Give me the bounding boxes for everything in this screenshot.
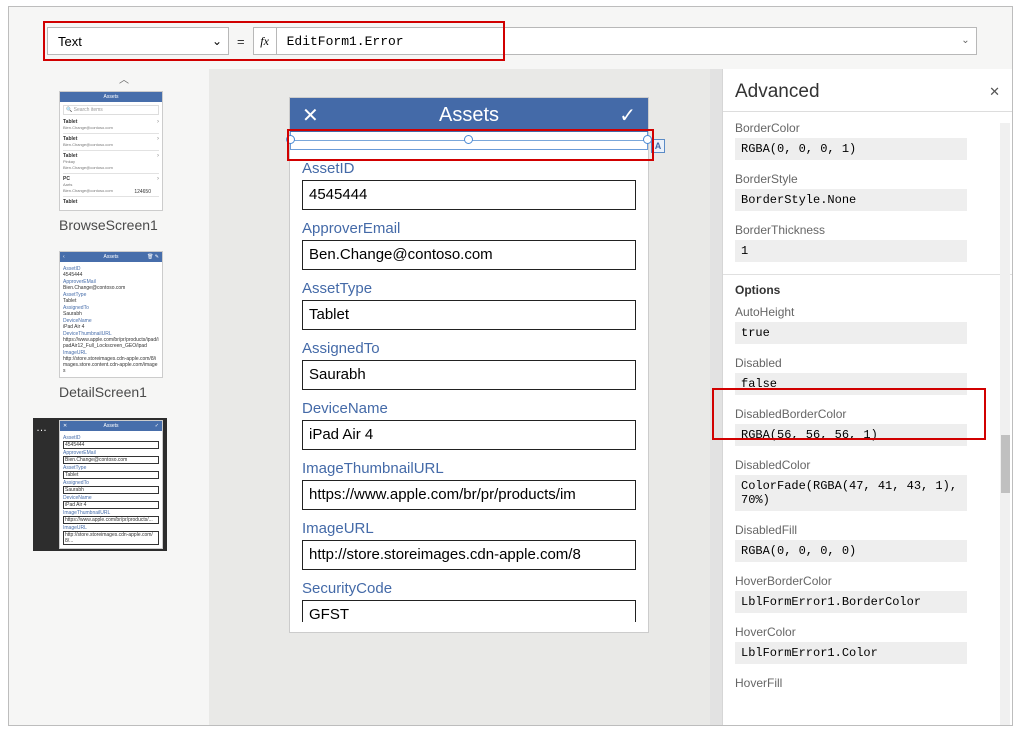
property-selector[interactable]: Text ⌄ <box>47 27 229 55</box>
prop-value-autoheight[interactable]: true <box>735 322 967 344</box>
selected-error-label[interactable]: A <box>290 132 648 150</box>
prop-value[interactable]: ColorFade(RGBA(47, 41, 43, 1), 70%) <box>735 475 967 511</box>
advanced-panel: Advanced ✕ BorderColor RGBA(0, 0, 0, 1) B… <box>722 69 1012 725</box>
field-input[interactable]: 4545444 <box>302 180 636 210</box>
equals-sign: = <box>237 34 245 49</box>
screen-label-detail: DetailScreen1 <box>59 384 183 400</box>
formula-input[interactable]: EditForm1.Error ⌄ <box>277 27 977 55</box>
fx-icon[interactable]: fx <box>253 27 277 55</box>
resize-handle[interactable] <box>286 135 295 144</box>
accept-icon[interactable]: ✓ <box>619 103 636 128</box>
prop-value[interactable]: RGBA(0, 0, 0, 0) <box>735 540 967 562</box>
prop-label: BorderThickness <box>735 223 1000 237</box>
field-input[interactable]: Tablet <box>302 300 636 330</box>
field-label: ApproverEmail <box>302 220 636 237</box>
thumb-header-title: Assets <box>103 254 118 260</box>
chevron-down-icon: ⌄ <box>212 34 222 48</box>
field-input[interactable]: Ben.Change@contoso.com <box>302 240 636 270</box>
screens-panel: Assets 🔍 Search items TabletBien.Change@… <box>33 91 183 551</box>
thumb-header-title: Assets <box>103 94 118 100</box>
prop-value[interactable]: false <box>735 373 967 395</box>
more-icon[interactable]: … <box>36 422 48 434</box>
prop-value[interactable]: LblFormError1.Color <box>735 642 967 664</box>
phone-header: ✕ Assets ✓ <box>290 98 648 132</box>
cancel-icon[interactable]: ✕ <box>302 103 319 128</box>
field-input[interactable]: https://www.apple.com/br/pr/products/im <box>302 480 636 510</box>
prop-label-autoheight: AutoHeight <box>735 305 1000 319</box>
formula-expand-icon[interactable]: ⌄ <box>961 35 969 47</box>
field-label: AssignedTo <box>302 340 636 357</box>
field-label: DeviceName <box>302 400 636 417</box>
form-body: AssetID 4545444 ApproverEmail Ben.Change@c… <box>290 150 648 622</box>
screen-label-browse: BrowseScreen1 <box>59 217 183 233</box>
collapse-handle[interactable]: ︿ <box>39 71 209 85</box>
field-label: AssetID <box>302 160 636 177</box>
prop-label: Disabled <box>735 356 1000 370</box>
screen-thumb-edit-selected[interactable]: … ✕ Assets ✓ AssetID4545444 ApproverEMai… <box>33 418 167 551</box>
prop-label: HoverBorderColor <box>735 574 1000 588</box>
phone-preview: ✕ Assets ✓ A AssetID 4545444 ApproverEmai… <box>289 97 649 633</box>
canvas-area: ✕ Assets ✓ A AssetID 4545444 ApproverEmai… <box>209 69 722 725</box>
property-selector-value: Text <box>58 34 82 49</box>
advanced-title: Advanced <box>735 81 820 103</box>
field-label: ImageThumbnailURL <box>302 460 636 477</box>
resize-handle[interactable] <box>464 135 473 144</box>
prop-value[interactable]: LblFormError1.BorderColor <box>735 591 967 613</box>
prop-value[interactable]: 1 <box>735 240 967 262</box>
prop-value[interactable]: BorderStyle.None <box>735 189 967 211</box>
prop-label: DisabledBorderColor <box>735 407 1000 421</box>
prop-label: DisabledColor <box>735 458 1000 472</box>
text-format-badge[interactable]: A <box>651 139 665 153</box>
section-options: Options <box>723 274 1012 297</box>
phone-title: Assets <box>319 104 619 127</box>
thumb-header-title: Assets <box>103 423 118 429</box>
prop-value[interactable]: RGBA(56, 56, 56, 1) <box>735 424 967 446</box>
screen-thumb-browse[interactable]: Assets 🔍 Search items TabletBien.Change@… <box>33 91 183 233</box>
advanced-scrollbar[interactable] <box>1000 123 1010 725</box>
field-label: SecurityCode <box>302 580 636 597</box>
close-icon[interactable]: ✕ <box>989 84 1000 100</box>
field-input[interactable]: iPad Air 4 <box>302 420 636 450</box>
field-label: ImageURL <box>302 520 636 537</box>
field-input[interactable]: Saurabh <box>302 360 636 390</box>
prop-value[interactable]: RGBA(0, 0, 0, 1) <box>735 138 967 160</box>
screen-thumb-detail[interactable]: ‹ Assets 🗑 ✎ AssetID4545444 ApproverEMai… <box>33 251 183 400</box>
field-input[interactable]: http://store.storeimages.cdn-apple.com/8 <box>302 540 636 570</box>
formula-text: EditForm1.Error <box>287 34 404 49</box>
prop-label: BorderStyle <box>735 172 1000 186</box>
prop-label: DisabledFill <box>735 523 1000 537</box>
prop-label: HoverFill <box>735 676 1000 690</box>
scrollbar-thumb[interactable] <box>1001 435 1010 493</box>
field-label: AssetType <box>302 280 636 297</box>
formula-bar: Text ⌄ = fx EditForm1.Error ⌄ <box>47 27 977 55</box>
prop-label: HoverColor <box>735 625 1000 639</box>
prop-label: BorderColor <box>735 121 1000 135</box>
field-input[interactable]: GFST <box>302 600 636 622</box>
canvas-scrollbar[interactable] <box>710 69 722 725</box>
